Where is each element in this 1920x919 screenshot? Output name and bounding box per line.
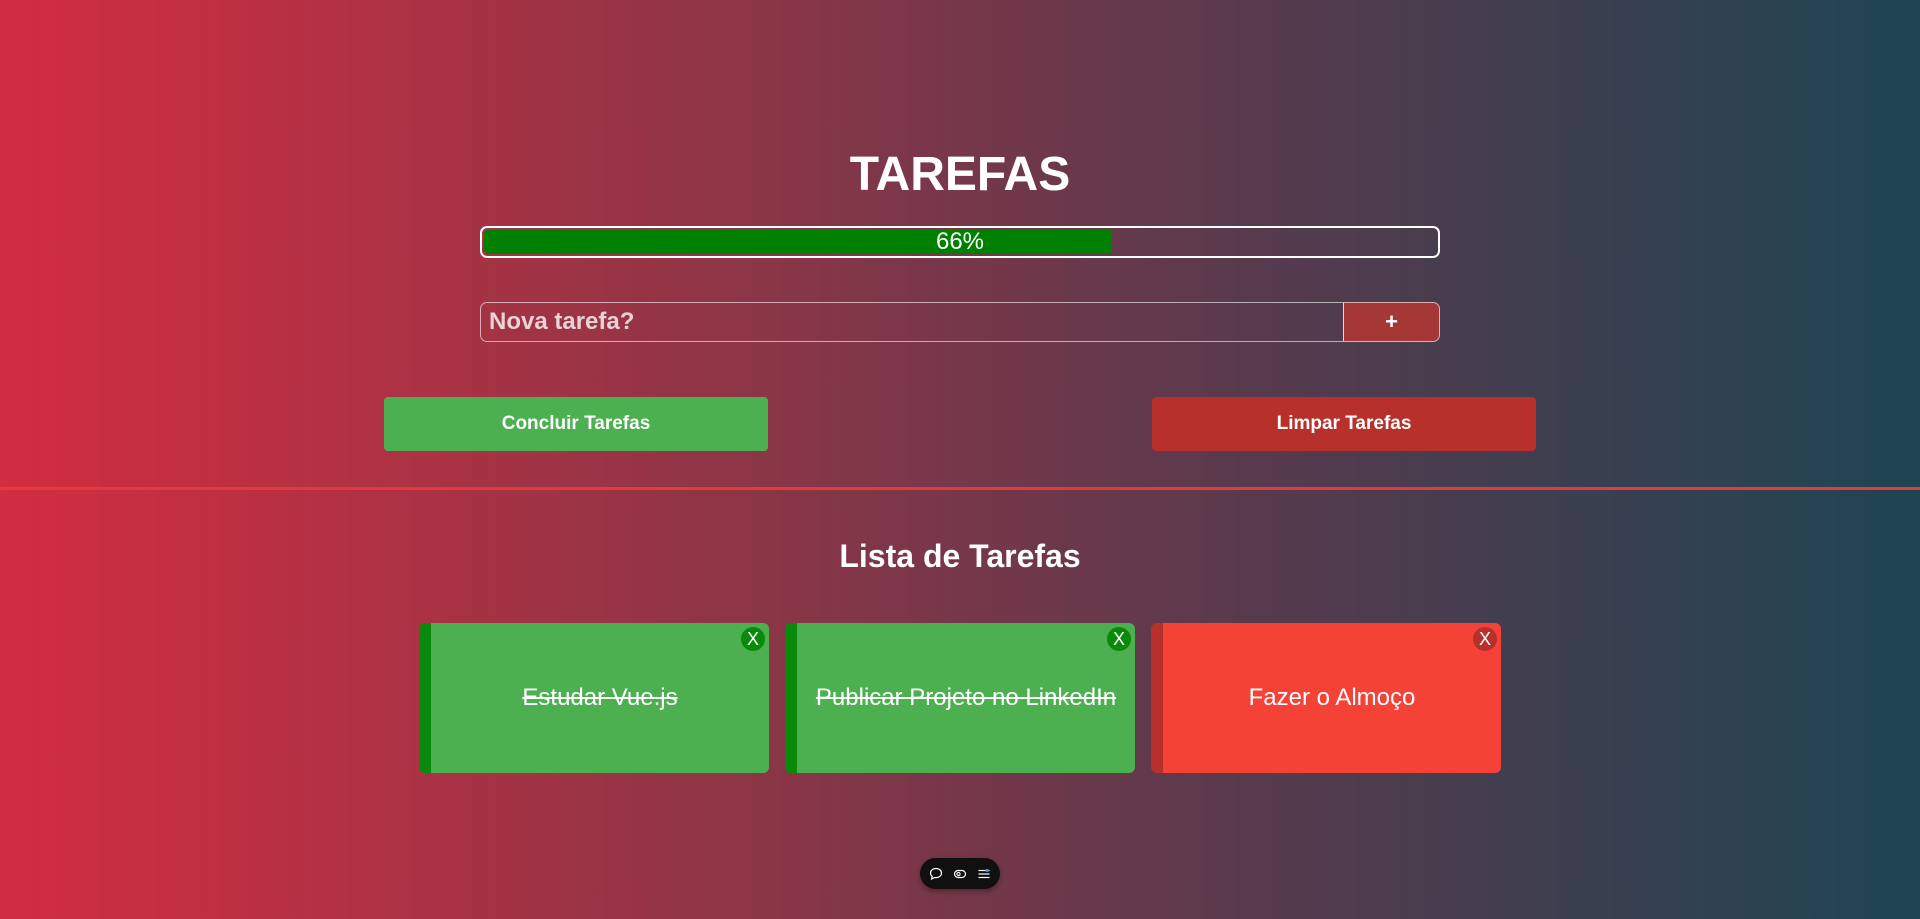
divider [0,487,1920,490]
delete-task-button[interactable]: X [741,627,765,651]
chat-icon[interactable] [928,866,944,882]
delete-task-button[interactable]: X [1107,627,1131,651]
list-title: Lista de Tarefas [839,538,1081,574]
task-text: Publicar Projeto no LinkedIn [815,684,1117,711]
progress-bar: 66% [480,226,1440,258]
task-card[interactable]: Fazer o Almoço X [1151,623,1501,773]
new-task-input[interactable] [480,302,1344,342]
eye-icon[interactable] [952,866,968,882]
floating-toolbar [920,858,1000,889]
add-task-button[interactable]: + [1344,302,1440,342]
task-card[interactable]: Estudar Vue.js X [419,623,769,773]
complete-tasks-button[interactable]: Concluir Tarefas [384,397,768,451]
progress-label: 66% [935,228,985,255]
task-list: Estudar Vue.js X Publicar Projeto no Lin… [419,623,1501,773]
task-text: Estudar Vue.js [522,684,678,711]
task-text: Fazer o Almoço [1248,684,1416,711]
delete-task-button[interactable]: X [1473,627,1497,651]
new-task-form: + [480,302,1440,342]
settings-sliders-icon[interactable] [976,866,992,882]
page-title: TAREFAS [849,148,1071,201]
clear-tasks-button[interactable]: Limpar Tarefas [1152,397,1536,451]
task-card[interactable]: Publicar Projeto no LinkedIn X [785,623,1135,773]
